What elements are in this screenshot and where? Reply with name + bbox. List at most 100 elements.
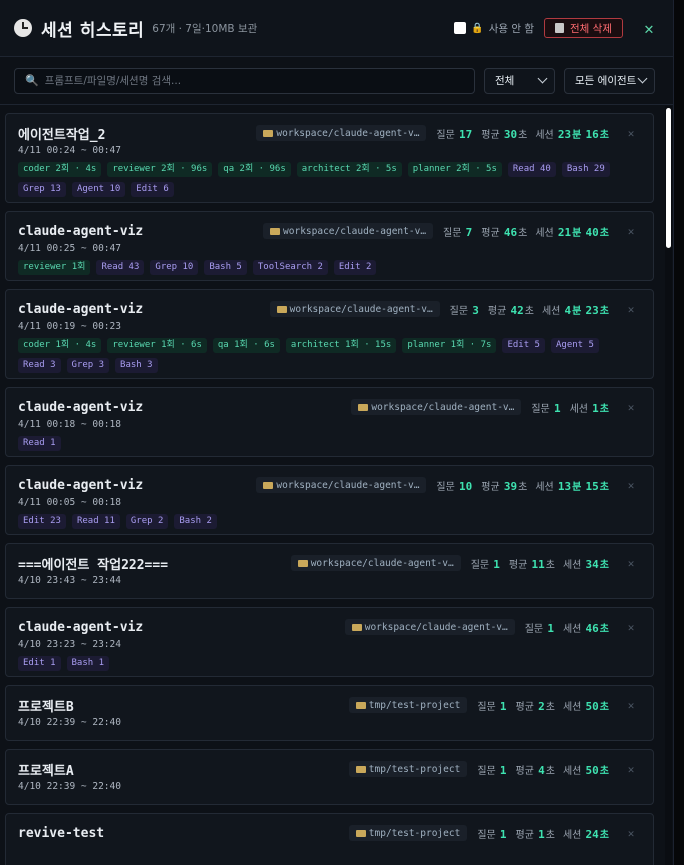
scrollbar-thumb[interactable] bbox=[666, 108, 671, 248]
scrollbar[interactable] bbox=[665, 106, 672, 865]
stat-value: 7 bbox=[465, 225, 473, 239]
session-tags: coder 2회 · 4s reviewer 2회 · 96s qa 2회 · 96… bbox=[18, 162, 641, 202]
session-header-row: 프로젝트A tmp/test-project 질문 1 평균 4초 세션 50초 ✕ bbox=[18, 759, 641, 779]
search-input[interactable] bbox=[44, 74, 464, 87]
folder-icon bbox=[355, 829, 366, 837]
workspace-path-text: workspace/claude-agent-v… bbox=[283, 225, 427, 237]
search-box[interactable]: 🔍 bbox=[14, 67, 475, 94]
stat-questions: 질문 1 bbox=[531, 400, 561, 415]
session-history-panel: 세션 히스토리 67개 · 7일·10MB 보관 🔒 사용 안 함 전체 삭제 … bbox=[0, 0, 674, 865]
tool-tag: Bash 3 bbox=[115, 358, 158, 373]
tool-tag: Read 40 bbox=[507, 162, 556, 177]
stat-questions: 질문 1 bbox=[477, 698, 507, 713]
session-header-row: claude-agent-viz workspace/claude-agent-v… bbox=[18, 397, 641, 417]
stat-value: 11 bbox=[531, 557, 545, 571]
stat-session-duration: 세션 50초 bbox=[563, 698, 609, 713]
stat-label: 세션 bbox=[562, 559, 582, 571]
stat-value: 23 bbox=[585, 303, 599, 317]
remove-session-icon[interactable]: ✕ bbox=[621, 621, 641, 634]
stat-value: 50 bbox=[585, 699, 599, 713]
stat-label: 세션 bbox=[535, 227, 554, 239]
folder-icon bbox=[358, 403, 369, 411]
stat-unit: 초 bbox=[599, 765, 609, 777]
session-card[interactable]: claude-agent-viz workspace/claude-agent-v… bbox=[5, 465, 654, 535]
workspace-path: workspace/claude-agent-v… bbox=[344, 619, 515, 635]
disable-checkbox[interactable] bbox=[454, 22, 467, 34]
remove-session-icon[interactable]: ✕ bbox=[621, 763, 641, 776]
folder-icon bbox=[355, 701, 366, 709]
status-filter-select[interactable]: 전체 bbox=[484, 67, 555, 94]
stat-unit: 초 bbox=[599, 227, 609, 239]
stat-value: 4 bbox=[564, 303, 572, 317]
stat-average: 평균 39초 bbox=[481, 478, 527, 493]
folder-icon bbox=[355, 765, 366, 773]
workspace-path-text: workspace/claude-agent-v… bbox=[364, 621, 508, 633]
remove-session-icon[interactable]: ✕ bbox=[621, 699, 641, 712]
stat-session-duration: 세션 46초 bbox=[563, 620, 609, 635]
tool-tag: Edit 1 bbox=[18, 656, 61, 671]
agent-tag: qa 2회 · 96s bbox=[218, 162, 291, 177]
stat-unit: 분 bbox=[572, 129, 582, 141]
status-filter-value: 전체 bbox=[495, 75, 515, 87]
stat-average: 평균 46초 bbox=[481, 224, 527, 239]
remove-session-icon[interactable]: ✕ bbox=[621, 827, 641, 840]
tool-tag: Edit 23 bbox=[18, 514, 66, 529]
stat-value: 1 bbox=[493, 557, 500, 571]
close-icon[interactable]: ✕ bbox=[639, 19, 659, 38]
session-card[interactable]: claude-agent-viz workspace/claude-agent-v… bbox=[5, 211, 654, 281]
session-card[interactable]: claude-agent-viz workspace/claude-agent-v… bbox=[5, 289, 654, 379]
session-card[interactable]: claude-agent-viz workspace/claude-agent-v… bbox=[5, 607, 654, 677]
disable-toggle[interactable]: 🔒 사용 안 함 bbox=[454, 21, 534, 36]
session-card[interactable]: 프로젝트B tmp/test-project 질문 1 평균 2초 세션 50초 ✕ 4/1… bbox=[5, 685, 654, 741]
stat-label: 평균 bbox=[515, 765, 534, 777]
stat-value: 21 bbox=[557, 225, 572, 239]
stat-unit: 분 bbox=[572, 481, 582, 493]
stat-value: 50 bbox=[585, 763, 599, 777]
remove-session-icon[interactable]: ✕ bbox=[621, 303, 641, 316]
tool-tag: Grep 10 bbox=[150, 260, 199, 275]
workspace-path-text: workspace/claude-agent-v… bbox=[289, 303, 433, 315]
agent-tag: planner 2회 · 5s bbox=[407, 162, 502, 177]
stat-label: 질문 bbox=[436, 481, 455, 493]
stat-unit: 초 bbox=[518, 129, 528, 141]
stat-value: 15 bbox=[585, 479, 599, 493]
session-header-row: claude-agent-viz workspace/claude-agent-v… bbox=[18, 221, 641, 241]
remove-session-icon[interactable]: ✕ bbox=[621, 127, 641, 140]
stat-label: 세션 bbox=[562, 701, 582, 713]
stat-average: 평균 11초 bbox=[509, 556, 555, 571]
session-card[interactable]: claude-agent-viz workspace/claude-agent-v… bbox=[5, 387, 654, 457]
remove-session-icon[interactable]: ✕ bbox=[621, 401, 641, 414]
stat-session-duration: 세션 34초 bbox=[563, 556, 609, 571]
session-card[interactable]: 에이전트작업_2 workspace/claude-agent-v… 질문 17 평균… bbox=[5, 113, 654, 203]
workspace-path-text: workspace/claude-agent-v… bbox=[276, 127, 420, 139]
session-name: revive-test bbox=[18, 825, 105, 841]
delete-all-button[interactable]: 전체 삭제 bbox=[544, 18, 623, 38]
workspace-path-text: tmp/test-project bbox=[368, 763, 461, 775]
folder-icon bbox=[263, 129, 274, 137]
session-header-row: claude-agent-viz workspace/claude-agent-v… bbox=[18, 617, 641, 637]
stat-label: 질문 bbox=[470, 559, 490, 571]
stat-unit: 초 bbox=[599, 129, 609, 141]
stat-value: 1 bbox=[547, 621, 554, 635]
session-time-range: 4/11 00:19 ~ 00:23 bbox=[18, 321, 121, 332]
remove-session-icon[interactable]: ✕ bbox=[621, 557, 641, 570]
stat-label: 질문 bbox=[477, 765, 496, 777]
agent-filter-select[interactable]: 모든 에이전트 bbox=[564, 67, 655, 94]
remove-session-icon[interactable]: ✕ bbox=[621, 479, 641, 492]
stat-value: 42 bbox=[510, 303, 524, 317]
remove-session-icon[interactable]: ✕ bbox=[621, 225, 641, 238]
session-card[interactable]: 프로젝트A tmp/test-project 질문 1 평균 4초 세션 50초 ✕ 4/1… bbox=[5, 749, 654, 805]
folder-icon bbox=[297, 559, 308, 567]
stat-unit: 초 bbox=[599, 403, 609, 415]
session-card[interactable]: revive-test tmp/test-project 질문 1 평균 1초 세션 2… bbox=[5, 813, 654, 865]
trash-icon bbox=[555, 23, 565, 33]
stat-session-duration: 세션 50초 bbox=[563, 762, 609, 777]
session-card[interactable]: ===에이전트 작업222=== workspace/claude-agent-v… bbox=[5, 543, 654, 599]
workspace-path: tmp/test-project bbox=[348, 697, 468, 713]
stat-value: 34 bbox=[585, 557, 599, 571]
stat-label: 평균 bbox=[481, 481, 500, 493]
stat-value: 10 bbox=[459, 479, 473, 493]
stat-unit: 초 bbox=[599, 559, 609, 571]
session-name: claude-agent-viz bbox=[18, 399, 144, 415]
stat-value: 39 bbox=[503, 479, 518, 493]
